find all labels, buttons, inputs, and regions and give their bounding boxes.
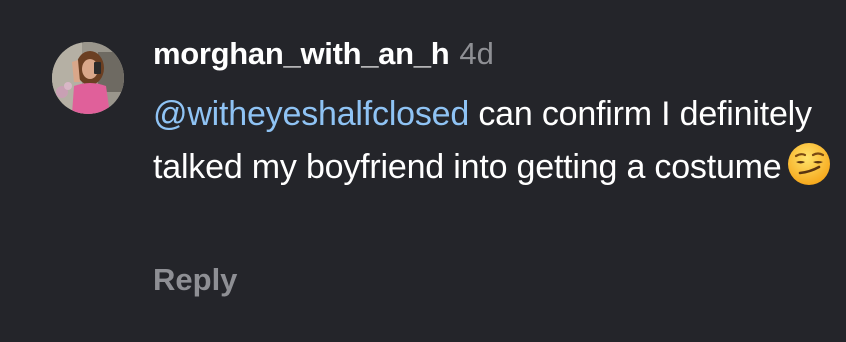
comment-header: morghan_with_an_h 4d bbox=[153, 36, 833, 84]
timestamp: 4d bbox=[459, 36, 494, 71]
username[interactable]: morghan_with_an_h bbox=[153, 36, 450, 72]
comment-text: @witheyeshalfclosed can confirm I defini… bbox=[153, 88, 833, 194]
comment-body: morghan_with_an_h 4d @witheyeshalfclosed… bbox=[153, 36, 833, 194]
smirking-face-emoji-icon bbox=[786, 141, 832, 187]
avatar[interactable] bbox=[52, 42, 124, 114]
mention-link[interactable]: @witheyeshalfclosed bbox=[153, 95, 469, 133]
comment: morghan_with_an_h 4d @witheyeshalfclosed… bbox=[0, 0, 846, 342]
reply-button[interactable]: Reply bbox=[153, 262, 237, 298]
avatar-photo-icon bbox=[52, 42, 124, 114]
